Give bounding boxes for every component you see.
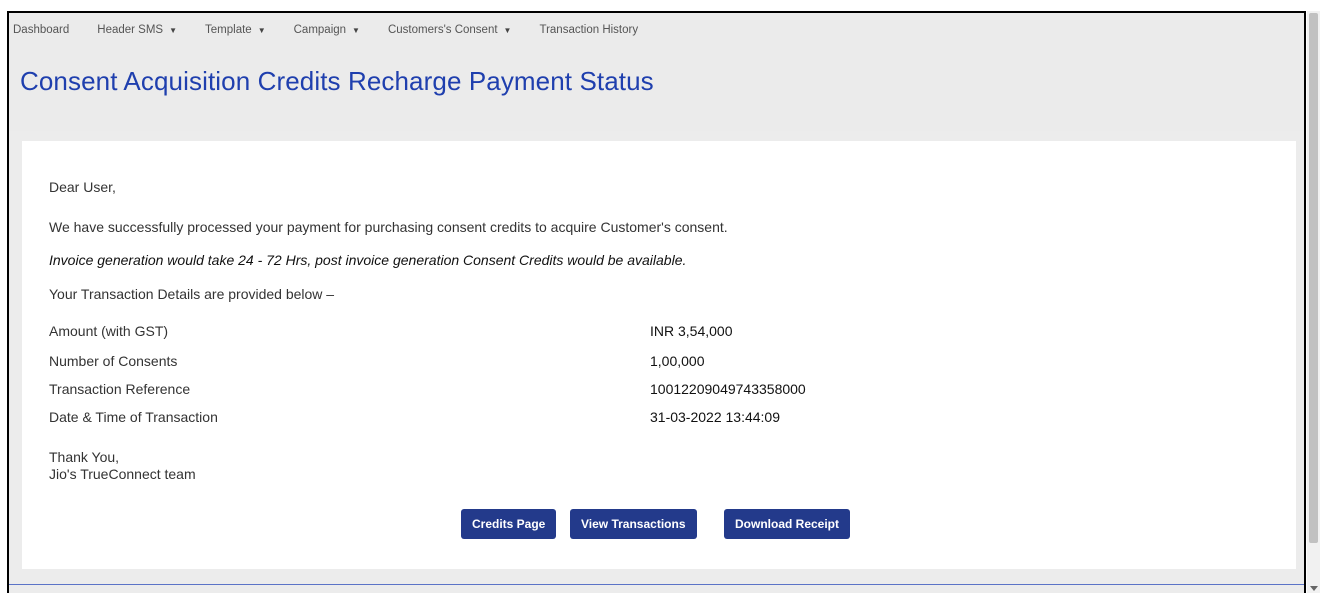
chevron-down-icon: ▼ [352, 25, 360, 35]
chevron-down-icon: ▼ [503, 25, 512, 35]
amount-label: Amount (with GST) [49, 323, 169, 339]
nav-header-sms[interactable]: Header SMS ▼ [97, 24, 177, 36]
nav-transaction-history[interactable]: Transaction History [539, 24, 638, 36]
invoice-note: Invoice generation would take 24 - 72 Hr… [49, 252, 687, 268]
nav-campaign[interactable]: Campaign ▼ [294, 24, 360, 36]
amount-value: INR 3,54,000 [650, 323, 733, 339]
nav-campaign-label: Campaign [293, 24, 347, 36]
chevron-down-icon: ▼ [257, 25, 266, 35]
credits-page-button[interactable]: Credits Page [461, 509, 557, 539]
thank-you-text: Thank You, [49, 449, 120, 465]
datetime-value: 31-03-2022 13:44:09 [650, 409, 780, 425]
consents-label: Number of Consents [49, 353, 178, 369]
vertical-scrollbar[interactable] [1307, 11, 1320, 593]
nav-template-label: Template [205, 24, 252, 36]
payment-status-card: Dear User, We have successfully processe… [22, 141, 1296, 569]
datetime-label: Date & Time of Transaction [49, 409, 218, 425]
top-navbar: Dashboard Header SMS ▼ Template ▼ Campai… [9, 13, 1304, 47]
scroll-down-arrow-icon[interactable] [1309, 586, 1318, 591]
reference-label: Transaction Reference [49, 381, 191, 397]
consents-value: 1,00,000 [650, 353, 705, 369]
nav-dashboard[interactable]: Dashboard [13, 24, 69, 36]
title-band: Consent Acquisition Credits Recharge Pay… [9, 47, 1304, 131]
scrollbar-thumb[interactable] [1309, 13, 1318, 543]
footer-strip [9, 585, 1304, 593]
view-transactions-button[interactable]: View Transactions [570, 509, 697, 539]
nav-transaction-history-label: Transaction History [539, 24, 639, 36]
reference-value: 10012209049743358000 [650, 381, 806, 397]
download-receipt-button[interactable]: Download Receipt [724, 509, 851, 539]
chevron-down-icon: ▼ [169, 25, 178, 35]
nav-customers-consent-label: Customers's Consent [387, 24, 498, 36]
nav-dashboard-label: Dashboard [13, 24, 70, 36]
nav-header-sms-label: Header SMS [97, 24, 164, 36]
details-intro: Your Transaction Details are provided be… [49, 286, 335, 302]
nav-customers-consent[interactable]: Customers's Consent ▼ [388, 24, 512, 36]
success-message: We have successfully processed your paym… [49, 219, 728, 235]
nav-template[interactable]: Template ▼ [205, 24, 266, 36]
page-title: Consent Acquisition Credits Recharge Pay… [20, 66, 654, 96]
team-signature: Jio's TrueConnect team [49, 466, 196, 482]
app-frame: Dashboard Header SMS ▼ Template ▼ Campai… [7, 11, 1306, 593]
greeting-text: Dear User, [49, 179, 116, 195]
